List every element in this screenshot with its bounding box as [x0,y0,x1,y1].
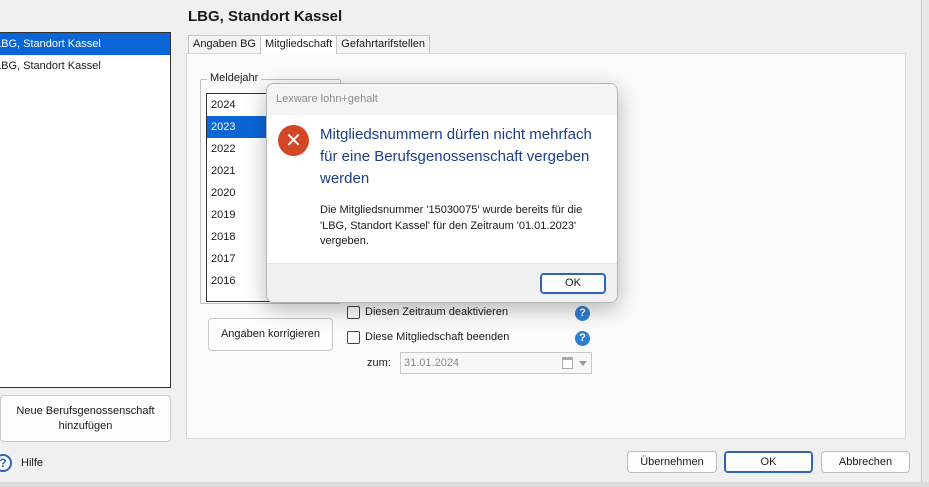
tab-mitgliedschaft[interactable]: Mitgliedschaft [260,35,338,54]
angaben-korrigieren-button[interactable]: Angaben korrigieren [208,318,333,351]
abbrechen-button[interactable]: Abbrechen [821,451,910,473]
question-icon[interactable]: ? [575,331,590,346]
add-button-label: Neue Berufsgenossenschaft hinzufügen [16,405,155,432]
beenden-row[interactable]: Diese Mitgliedschaft beenden [347,329,509,345]
dialog-message: Die Mitgliedsnummer '15030075' wurde ber… [320,204,583,247]
help-icon[interactable]: ? [0,454,12,472]
zum-label: zum: [367,357,391,369]
dialog-heading: Mitgliedsnummern dürfen nicht mehrfach f… [320,126,592,187]
window-edge [921,0,929,487]
beenden-checkbox[interactable] [347,330,360,344]
meldejahr-label: Meldejahr [207,72,262,84]
end-date-input[interactable]: 31.01.2024 [400,352,592,374]
dialog-ok-button[interactable]: OK [540,273,606,294]
bg-list-item[interactable]: LBG, Standort Kassel [0,33,170,55]
bg-list[interactable]: LBG, Standort Kassel LBG, Standort Kasse… [0,32,171,388]
question-icon[interactable]: ? [575,306,590,321]
uebernehmen-button[interactable]: Übernehmen [627,451,717,473]
ok-button[interactable]: OK [724,451,813,473]
error-dialog: Lexware lohn+gehalt ✕ Mitgliedsnummern d… [266,83,618,303]
tab-angaben-bg[interactable]: Angaben BG [188,35,261,53]
tab-gefahrtarifstellen[interactable]: Gefahrtarifstellen [336,35,431,53]
window-bottom-edge [0,482,929,487]
help-label: Hilfe [21,457,44,469]
deaktivieren-label: Diesen Zeitraum deaktivieren [365,306,509,318]
deaktivieren-row[interactable]: Diesen Zeitraum deaktivieren [347,304,508,320]
page-title: LBG, Standort Kassel [188,8,343,25]
deaktivieren-checkbox[interactable] [347,305,360,319]
dialog-footer: OK [267,263,617,302]
add-berufsgenossenschaft-button[interactable]: Neue Berufsgenossenschaft hinzufügen [0,395,171,442]
chevron-down-icon[interactable] [579,361,587,366]
end-date-value: 31.01.2024 [404,357,460,369]
error-circle-icon: ✕ [278,125,309,156]
tab-bar: Angaben BG Mitgliedschaft Gefahrtarifste… [188,35,431,54]
help-link[interactable]: ? Hilfe [0,452,43,474]
bg-list-item[interactable]: LBG, Standort Kassel [0,55,170,77]
calendar-icon[interactable] [562,357,573,369]
dialog-title: Lexware lohn+gehalt [267,84,617,115]
beenden-label: Diese Mitgliedschaft beenden [365,331,510,343]
